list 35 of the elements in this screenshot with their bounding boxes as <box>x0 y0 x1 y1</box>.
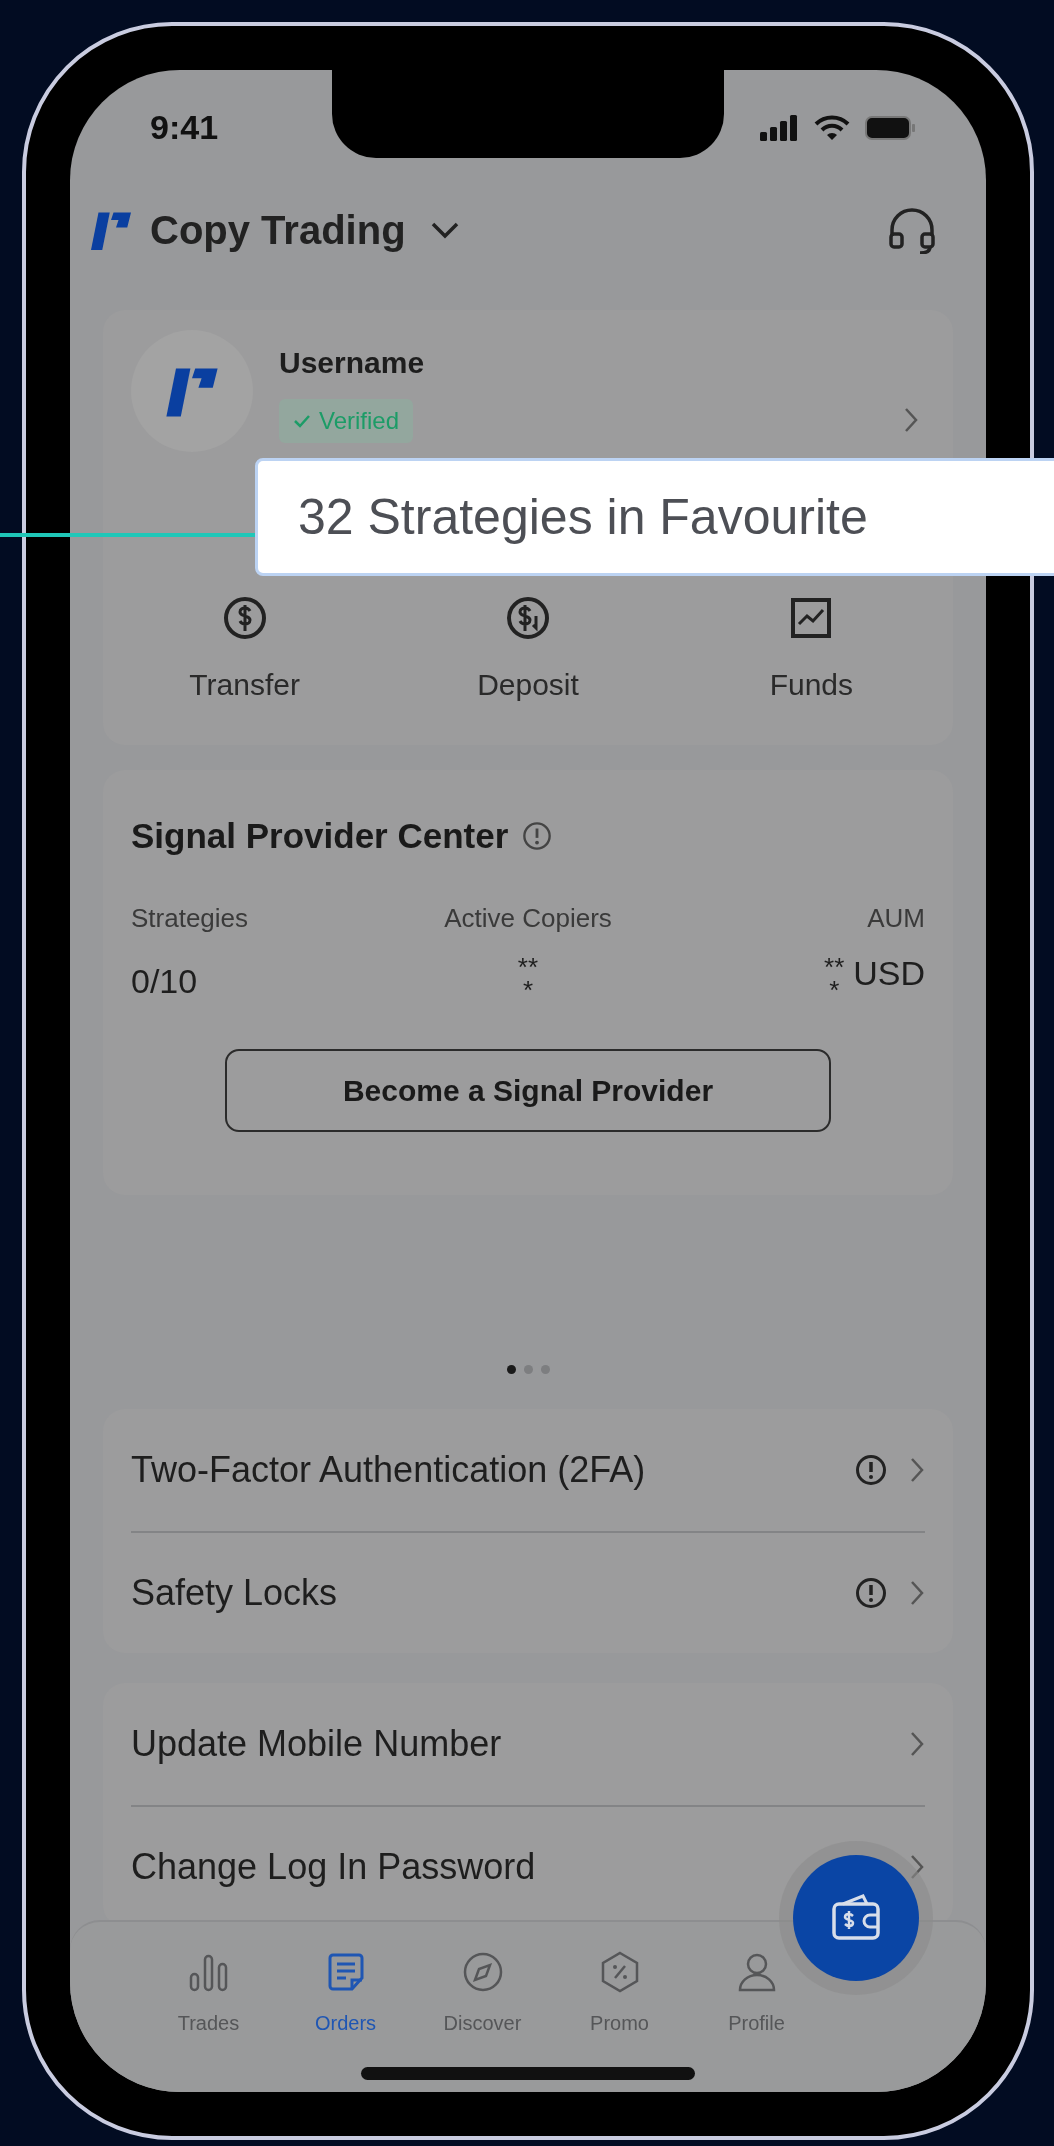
chevron-right-icon <box>909 1456 925 1484</box>
nav-tab[interactable]: Discover <box>414 1950 551 2038</box>
info-icon[interactable] <box>522 821 553 852</box>
settings-label[interactable]: Update Mobile Number <box>131 1717 502 1771</box>
masked-value: *** <box>517 955 539 1003</box>
settings-label[interactable]: Two-Factor Authentication (2FA) <box>131 1443 646 1497</box>
battery-icon <box>864 114 916 141</box>
status-time: 9:41 <box>150 107 219 148</box>
app-title: Copy Trading <box>150 207 406 254</box>
become-provider-button[interactable]: Become a Signal Provider <box>225 1048 831 1132</box>
callout-label: 32 Strategies in Favourite <box>255 458 1054 576</box>
stat-label: Active Copiers <box>444 901 612 935</box>
stat-value: 0/10 <box>131 960 198 1002</box>
wifi-icon <box>814 114 850 141</box>
dollar-coin-icon[interactable] <box>504 594 552 642</box>
chevron-right-icon <box>909 1579 925 1607</box>
chevron-right-icon <box>903 406 919 434</box>
action-label[interactable]: Deposit <box>477 662 579 707</box>
check-icon <box>293 413 311 428</box>
currency-unit: USD <box>853 955 925 990</box>
chevron-right-icon <box>909 1730 925 1758</box>
settings-label[interactable]: Change Log In Password <box>131 1840 536 1894</box>
chevron-right-icon <box>909 1853 925 1881</box>
headset-icon[interactable] <box>886 206 938 254</box>
action-label[interactable]: Funds <box>769 662 853 707</box>
stat-label: AUM <box>867 901 925 935</box>
username: Username <box>279 344 426 381</box>
verified-badge: Verified <box>279 398 414 443</box>
signal-icon <box>760 114 800 141</box>
settings-label[interactable]: Safety Locks <box>131 1566 338 1620</box>
section-title: Signal Provider Center <box>131 815 509 857</box>
action-label[interactable]: Transfer <box>189 662 300 707</box>
stat-label: Strategies <box>131 901 249 935</box>
masked-value: *** <box>823 955 846 1003</box>
chevron-down-icon[interactable] <box>429 220 460 240</box>
